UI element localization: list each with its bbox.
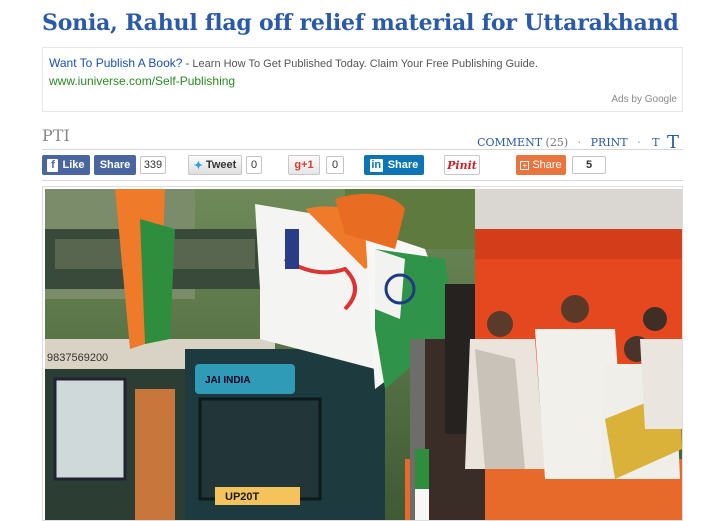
article-photo: 9837569200 JAI INDIA UP20T xyxy=(42,186,683,521)
linkedin-share-label: Share xyxy=(387,159,419,171)
google-plus-button[interactable]: g+1 xyxy=(288,155,320,175)
ad-description: Learn How To Get Published Today. Claim … xyxy=(192,58,538,70)
print-link[interactable]: PRINT xyxy=(591,136,628,149)
google-ad-box[interactable]: Want To Publish A Book? - Learn How To Get… xyxy=(42,47,683,112)
truck-slogan-text: JAI INDIA xyxy=(205,375,251,386)
pinterest-pin-button[interactable]: Pinit xyxy=(444,155,480,175)
share-bar: f Like Share 339 ✦ Tweet 0 g+1 0 in Share P… xyxy=(42,155,683,181)
ad-url-link[interactable]: www.iuniverse.com/Self-Publishing xyxy=(49,74,235,88)
plus-icon: + xyxy=(520,160,530,170)
tweet-label: Tweet xyxy=(205,159,237,171)
google-plus-count: 0 xyxy=(326,156,344,174)
truck-plate-text: UP20T xyxy=(225,491,260,503)
facebook-like-button[interactable]: f Like xyxy=(42,155,90,175)
sharethis-label: Share xyxy=(532,159,562,171)
facebook-share-count: 339 xyxy=(140,156,166,174)
twitter-tweet-button[interactable]: ✦ Tweet xyxy=(188,155,242,175)
comment-count: (25) xyxy=(545,136,569,149)
ad-title-link[interactable]: Want To Publish A Book? xyxy=(49,56,182,70)
facebook-share-button[interactable]: Share xyxy=(94,155,136,175)
byline-row: PTI COMMENT (25) · PRINT · T T xyxy=(42,126,683,153)
article-headline: Sonia, Rahul flag off relief material fo… xyxy=(42,10,679,36)
sharethis-button[interactable]: + Share xyxy=(516,155,566,175)
ad-text-line: Want To Publish A Book? - Learn How To Get… xyxy=(49,56,538,70)
ads-by-google-label[interactable]: Ads by Google xyxy=(611,94,677,105)
truck-number-text: 9837569200 xyxy=(47,352,108,364)
sharethis-count: 5 xyxy=(572,156,606,174)
comment-link[interactable]: COMMENT xyxy=(477,136,542,149)
text-size-increase-button[interactable]: T xyxy=(667,132,679,153)
separator-dot: · xyxy=(577,136,582,149)
tweet-count: 0 xyxy=(246,156,262,174)
linkedin-share-button[interactable]: in Share xyxy=(364,155,424,175)
text-size-decrease-button[interactable]: T xyxy=(652,136,659,149)
article-source: PTI xyxy=(42,126,70,145)
facebook-like-label: Like xyxy=(62,159,85,171)
ad-separator: - xyxy=(185,56,190,70)
separator-dot: · xyxy=(637,136,641,149)
news-photo-illustration: 9837569200 JAI INDIA UP20T xyxy=(45,189,682,520)
linkedin-icon: in xyxy=(369,158,383,172)
facebook-icon: f xyxy=(47,158,59,172)
article-tools: COMMENT (25) · PRINT · T T xyxy=(477,130,679,153)
twitter-bird-icon: ✦ xyxy=(193,159,203,172)
